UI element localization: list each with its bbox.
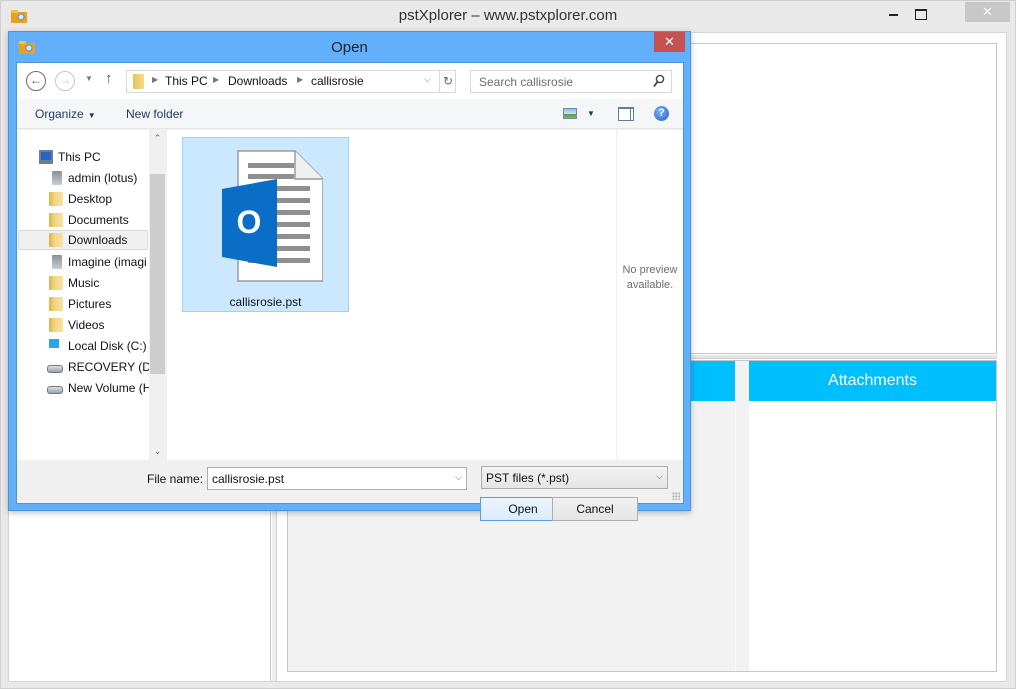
network-drive-icon [52, 255, 62, 269]
tree-item-pictures[interactable]: Pictures [18, 294, 148, 314]
dialog-close-button[interactable]: ✕ [654, 32, 685, 52]
breadcrumb-downloads[interactable]: Downloads [228, 74, 287, 88]
downloads-folder-icon [49, 233, 63, 247]
tree-item-label: Desktop [68, 192, 113, 206]
no-preview-line2: available. [626, 279, 674, 291]
windows-disk-icon [49, 339, 59, 348]
address-dropdown-icon[interactable]: ⌵ [424, 74, 436, 85]
preview-pane: No preview available. [616, 130, 683, 460]
chevron-down-icon[interactable]: ⌵ [455, 472, 462, 483]
up-button[interactable]: ↑ [105, 70, 113, 87]
tree-item-label: Downloads [68, 233, 128, 247]
tree-item-desktop[interactable]: Desktop [18, 189, 148, 209]
search-icon[interactable] [653, 74, 665, 88]
tree-item-this-pc[interactable]: This PC [18, 147, 148, 167]
file-type-value: PST files (*.pst) [486, 471, 570, 485]
tree-item-new-volume-h[interactable]: New Volume (H [18, 378, 152, 398]
folder-icon [133, 74, 144, 89]
outlook-letter: O [237, 204, 262, 240]
app-titlebar: pstXplorer – www.pstxplorer.com ✕ [1, 1, 1015, 32]
tree-item-label: Music [68, 276, 100, 290]
refresh-button[interactable]: ↻ [439, 71, 456, 92]
tree-item-label: Documents [68, 213, 129, 227]
preview-pane-toggle-icon[interactable] [618, 107, 634, 121]
breadcrumb-callisrosie[interactable]: callisrosie [311, 74, 364, 88]
organize-button[interactable]: Organize ▼ [35, 107, 96, 121]
tree-item-recovery-d[interactable]: RECOVERY (D:) [18, 357, 158, 377]
tree-item-imagine[interactable]: Imagine (imagi [18, 252, 148, 272]
network-drive-icon [52, 171, 62, 185]
maximize-button[interactable] [909, 2, 935, 22]
tree-item-label: RECOVERY (D:) [68, 360, 159, 374]
help-icon[interactable]: ? [654, 106, 669, 121]
disk-drive-icon [47, 386, 63, 394]
file-name-label: callisrosie.pst [229, 295, 302, 309]
chevron-down-icon: ▼ [87, 111, 96, 120]
tree-item-label: Videos [68, 318, 105, 332]
tree-scrollbar[interactable]: ⌃ ⌄ [149, 130, 166, 460]
file-type-select[interactable]: PST files (*.pst) ⌵ [481, 466, 668, 489]
dialog-body: ← → ▼ ↑ ▶ This PC ▶ Downloads ▶ callisro… [16, 62, 684, 521]
command-bar: Organize ▼ New folder ▼ ? [17, 99, 683, 129]
pictures-folder-icon [49, 297, 63, 311]
file-list[interactable]: O callisrosie.pst [167, 130, 616, 460]
desktop-folder-icon [49, 192, 63, 206]
search-input[interactable] [471, 71, 646, 92]
breadcrumb-separator-icon[interactable]: ▶ [152, 75, 158, 84]
minimize-button[interactable] [881, 2, 907, 22]
tree-item-videos[interactable]: Videos [18, 315, 148, 335]
disk-drive-icon [47, 365, 63, 373]
tree-item-label: Pictures [68, 297, 112, 311]
tree-item-admin-lotus[interactable]: admin (lotus) [18, 168, 148, 188]
forward-button[interactable]: → [55, 71, 75, 91]
cancel-button[interactable]: Cancel [552, 497, 638, 521]
documents-folder-icon [49, 213, 63, 227]
open-dialog: Open ✕ ← → ▼ ↑ ▶ This PC ▶ Downloads ▶ c… [8, 31, 691, 521]
outlook-pst-file-icon: O [222, 150, 323, 282]
breadcrumb-separator-icon[interactable]: ▶ [297, 75, 303, 84]
attachments-header: Attachments [749, 361, 996, 401]
file-name-field-label: File name: [147, 472, 204, 486]
navigation-bar: ← → ▼ ↑ ▶ This PC ▶ Downloads ▶ callisro… [17, 63, 683, 99]
navigation-tree[interactable]: This PC admin (lotus) Desktop Documents … [17, 130, 166, 460]
recent-locations-button[interactable]: ▼ [85, 74, 93, 83]
new-folder-button[interactable]: New folder [126, 107, 183, 121]
tree-item-label: Imagine (imagi [68, 255, 147, 269]
scrollbar-thumb[interactable] [150, 174, 165, 374]
computer-icon [39, 150, 53, 164]
breadcrumb-this-pc[interactable]: This PC [165, 74, 208, 88]
no-preview-text: No preview available. [617, 263, 683, 293]
dialog-title: Open [331, 39, 368, 56]
tree-item-downloads[interactable]: Downloads [18, 230, 148, 250]
address-bar[interactable]: ▶ This PC ▶ Downloads ▶ callisrosie ⌵ ↻ [126, 70, 456, 93]
tree-item-label: Local Disk (C:) [68, 339, 147, 353]
breadcrumb-separator-icon[interactable]: ▶ [213, 75, 219, 84]
view-options-chevron-icon[interactable]: ▼ [587, 109, 595, 118]
organize-label: Organize [35, 107, 84, 121]
tree-item-local-disk-c[interactable]: Local Disk (C:) [18, 336, 148, 356]
chevron-down-icon: ⌵ [656, 471, 663, 481]
scroll-up-icon[interactable]: ⌃ [149, 130, 166, 147]
tree-item-label: New Volume (H [68, 381, 152, 395]
tree-item-label: This PC [58, 150, 101, 164]
videos-folder-icon [49, 318, 63, 332]
tree-item-label: admin (lotus) [68, 171, 138, 185]
tree-item-documents[interactable]: Documents [18, 210, 148, 230]
search-box[interactable] [470, 70, 672, 93]
app-title: pstXplorer – www.pstxplorer.com [398, 7, 618, 24]
panel-gap [735, 361, 750, 671]
change-view-icon[interactable] [563, 108, 577, 119]
file-item[interactable]: O callisrosie.pst [182, 137, 349, 312]
back-button[interactable]: ← [26, 71, 46, 91]
dialog-titlebar[interactable]: Open ✕ [9, 32, 690, 62]
no-preview-line1: No preview [622, 264, 678, 276]
file-name-input[interactable] [208, 468, 443, 489]
tree-item-music[interactable]: Music [18, 273, 148, 293]
attachments-panel[interactable]: Attachments [749, 361, 996, 671]
scroll-down-icon[interactable]: ⌄ [149, 443, 166, 460]
music-folder-icon [49, 276, 63, 290]
resize-grip-icon[interactable] [672, 492, 680, 500]
app-close-button[interactable]: ✕ [965, 2, 1010, 22]
file-name-combobox[interactable]: ⌵ [207, 467, 467, 490]
